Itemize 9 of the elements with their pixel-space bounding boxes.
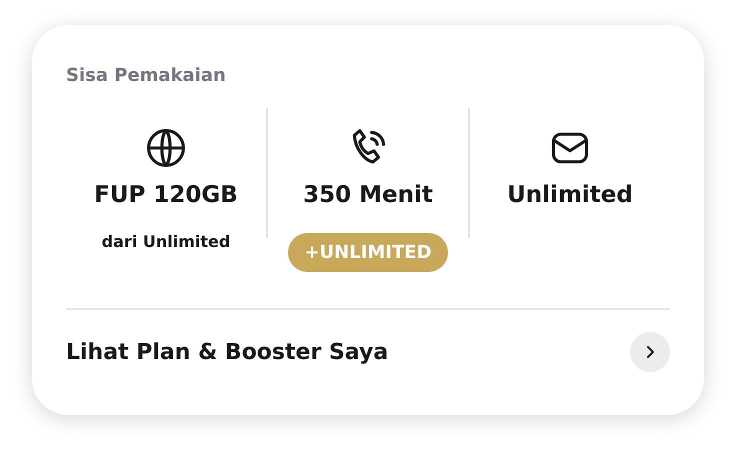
- plan-link[interactable]: Lihat Plan & Booster Saya: [66, 340, 388, 364]
- usage-value: 350 Menit: [303, 182, 433, 208]
- usage-value: Unlimited: [507, 182, 633, 208]
- usage-value: FUP 120GB: [94, 182, 238, 208]
- globe-icon: [144, 126, 188, 170]
- chevron-button[interactable]: [630, 332, 670, 372]
- usage-note: dari Unlimited: [102, 232, 230, 251]
- unlimited-badge: +UNLIMITED: [288, 233, 448, 272]
- card-title: Sisa Pemakaian: [66, 65, 227, 86]
